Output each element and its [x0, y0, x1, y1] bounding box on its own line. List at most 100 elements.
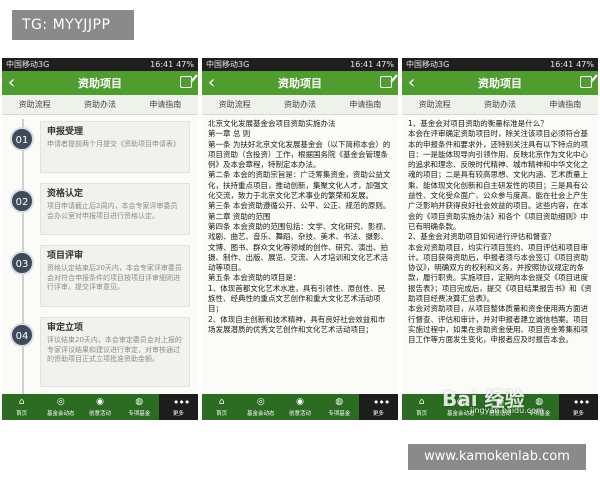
news-icon: ◎ [56, 397, 65, 407]
tab-method[interactable]: 资助办法 [467, 95, 532, 114]
back-icon[interactable]: ‹ [8, 73, 15, 93]
step-number: 04 [10, 323, 34, 347]
battery: 47% [376, 60, 394, 69]
tab-guide[interactable]: 申请指南 [333, 95, 398, 114]
bottom-nav: ⌂ 首页 ◎ 基金会动态 ◉ 创意活动 ◍ 专项基金 ••• 更多 [2, 394, 198, 420]
nav-label: 更多 [372, 411, 384, 417]
nav-fund[interactable]: ◍ 专项基金 [320, 394, 359, 420]
step-title: 资格认定 [47, 189, 84, 199]
nav-label: 首页 [416, 411, 428, 417]
step-desc: 申请者提前两个月提交《资助项目申请表》 [47, 140, 180, 148]
home-icon: ⌂ [218, 397, 225, 407]
text-line: 第二条 本会的资助宗旨是：广泛筹集资金，资助公益文化，扶持重点项目，推动创新，集… [208, 170, 391, 201]
step-number: 02 [10, 189, 34, 213]
step-number: 01 [10, 127, 34, 151]
step-desc: 评议结束20天内，本会审定委员会对上报的专家评议结果和建议进行审定，对审核通过的… [47, 336, 182, 363]
watermark-sub: jingyan.baidu.com [470, 406, 544, 415]
phone-screen-process: 中国移动3G 16:41 47% ‹ 资助项目 资助流程 资助办法 申请指南 01… [2, 58, 198, 420]
text-line: 北京文化发展基金会项目资助实施办法 [208, 119, 336, 128]
edit-icon[interactable] [180, 76, 192, 88]
status-bar: 中国移动3G 16:41 47% [2, 58, 198, 71]
more-icon: ••• [172, 396, 190, 409]
step-item[interactable]: 04 审定立项 评议结束20天内，本会审定委员会对上报的专家评议结果和建议进行审… [10, 317, 192, 389]
back-icon[interactable]: ‹ [408, 73, 415, 93]
tg-label: TG: MYYJJPP [12, 10, 134, 40]
step-title: 项目评审 [47, 251, 84, 261]
nav-label: 创意活动 [89, 411, 112, 417]
edit-icon[interactable] [380, 76, 392, 88]
phone-screen-method: 中国移动3G 16:41 47% ‹ 资助项目 资助流程 资助办法 申请指南 北京… [202, 58, 398, 420]
tab-guide[interactable]: 申请指南 [533, 95, 598, 114]
news-icon: ◎ [256, 397, 265, 407]
nav-home[interactable]: ⌂ 首页 [402, 394, 441, 420]
carrier: 中国移动3G [406, 60, 450, 69]
battery: 47% [176, 60, 194, 69]
status-bar: 中国移动3G 16:41 47% [202, 58, 398, 71]
nav-bar: ‹ 资助项目 [2, 71, 198, 95]
step-item[interactable]: 03 项目评审 资格认定结束后20天内，本会专家评审委员会对符合申报条件的项目按… [10, 245, 192, 309]
nav-creative[interactable]: ◉ 创意活动 [80, 394, 119, 420]
carrier: 中国移动3G [6, 60, 50, 69]
bulb-icon: ◉ [296, 397, 304, 407]
text-line: 第三条 本会资助遵循公开、公平、公正、规范的原则。 [208, 201, 391, 211]
text-line: 第一章 总 则 [208, 129, 251, 139]
nav-more[interactable]: ••• 更多 [158, 394, 198, 420]
step-card: 资格认定 项目申请截止后2周内，本会专家评审委员会办公室对申报项目进行资格认定。 [40, 183, 190, 235]
tab-method[interactable]: 资助办法 [267, 95, 332, 114]
text-line: 第一条 为扶好北京文化发展基金会（以下简称本会）的项目资助（含投资）工作，根据国… [208, 139, 391, 170]
tab-bar: 资助流程 资助办法 申请指南 [202, 95, 398, 115]
step-card: 项目评审 资格认定结束后20天内，本会专家评审委员会对符合申报条件的项目按项目评… [40, 245, 190, 307]
text-line: 本会在评审确定资助项目时，除关注该项目必须符合基本的申报条件和要求外，还特别关注… [408, 129, 588, 231]
status-bar: 中国移动3G 16:41 47% [402, 58, 598, 71]
tab-bar: 资助流程 资助办法 申请指南 [2, 95, 198, 115]
nav-news[interactable]: ◎ 基金会动态 [241, 394, 280, 420]
fund-icon: ◍ [335, 397, 344, 407]
text-line: 第四条 本会资助的范围包括：文学、文化研究、影视、戏剧、曲艺、音乐、舞蹈、杂技、… [208, 221, 391, 273]
nav-label: 专项基金 [128, 411, 151, 417]
tab-bar: 资助流程 资助办法 申请指南 [402, 95, 598, 115]
nav-label: 首页 [16, 411, 28, 417]
time: 16:41 [150, 60, 174, 69]
step-item[interactable]: 01 申报受理 申请者提前两个月提交《资助项目申请表》 [10, 121, 192, 177]
home-icon: ⌂ [18, 397, 25, 407]
nav-bar: ‹ 资助项目 [202, 71, 398, 95]
process-timeline: 01 申报受理 申请者提前两个月提交《资助项目申请表》 02 资格认定 项目申请… [2, 115, 198, 395]
text-line: 第二章 资助的范围 [208, 211, 271, 221]
method-text: 北京文化发展基金会项目资助实施办法 第一章 总 则 第一条 为扶好北京文化发展基… [202, 115, 398, 395]
bulb-icon: ◉ [96, 397, 104, 407]
text-line: 1、体现首都文化艺术水准，具有引领性、原创性、民族性、经典性的重点文艺创作和重大… [208, 283, 386, 314]
more-icon: ••• [372, 396, 390, 409]
nav-label: 基金会动态 [247, 411, 275, 417]
back-icon[interactable]: ‹ [208, 73, 215, 93]
nav-more[interactable]: ••• 更多 [558, 394, 598, 420]
tab-process[interactable]: 资助流程 [2, 95, 67, 114]
tab-method[interactable]: 资助办法 [67, 95, 132, 114]
nav-news[interactable]: ◎ 基金会动态 [41, 394, 80, 420]
nav-label: 首页 [216, 411, 228, 417]
more-icon: ••• [572, 396, 590, 409]
nav-fund[interactable]: ◍ 专项基金 [120, 394, 159, 420]
footer-url: www.kamokenlab.com [408, 444, 586, 470]
step-title: 申报受理 [47, 127, 84, 137]
text-line: 2、体现自主创新和技术精神，具有良好社会效益和市场发展潜质的优秀文艺创作和文化艺… [208, 314, 386, 334]
nav-creative[interactable]: ◉ 创意活动 [280, 394, 319, 420]
step-card: 申报受理 申请者提前两个月提交《资助项目申请表》 [40, 121, 190, 173]
nav-more[interactable]: ••• 更多 [358, 394, 398, 420]
guide-text: 1、基金会对项目资助的衡量标准是什么？ 本会在评审确定资助项目时，除关注该项目必… [402, 115, 598, 395]
time: 16:41 [550, 60, 574, 69]
nav-home[interactable]: ⌂ 首页 [2, 394, 41, 420]
battery: 47% [576, 60, 594, 69]
tab-process[interactable]: 资助流程 [202, 95, 267, 114]
tab-guide[interactable]: 申请指南 [133, 95, 198, 114]
step-desc: 资格认定结束后20天内，本会专家评审委员会对符合申报条件的项目按项目评审细则进行… [47, 264, 182, 291]
text-line: 第五条 本会资助的项目是： [208, 273, 301, 283]
nav-label: 专项基金 [328, 411, 351, 417]
step-number: 03 [10, 251, 34, 275]
tab-process[interactable]: 资助流程 [402, 95, 467, 114]
carrier: 中国移动3G [206, 60, 250, 69]
nav-home[interactable]: ⌂ 首页 [202, 394, 241, 420]
step-item[interactable]: 02 资格认定 项目申请截止后2周内，本会专家评审委员会办公室对申报项目进行资格… [10, 183, 192, 239]
edit-icon[interactable] [580, 76, 592, 88]
page-title: 资助项目 [478, 77, 522, 90]
text-line: 1、基金会对项目资助的衡量标准是什么？ [408, 119, 548, 128]
